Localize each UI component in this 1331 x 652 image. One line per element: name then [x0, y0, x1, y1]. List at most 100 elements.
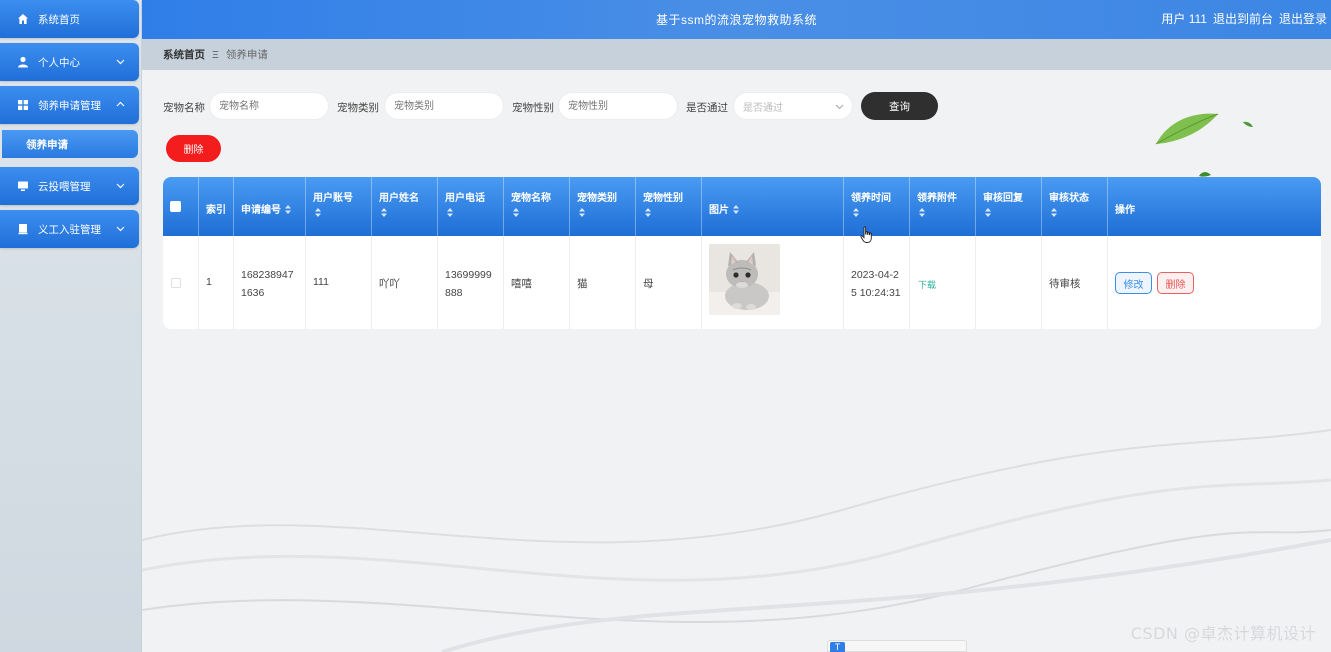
status-badge: 待审核 [1049, 278, 1081, 290]
sort-icon[interactable] [985, 208, 991, 217]
chevron-down-icon [116, 59, 125, 65]
sidebar-subitem-adoption-application[interactable]: 领养申请 [2, 130, 138, 158]
cell-attachment: 下载 [910, 236, 976, 329]
breadcrumb-home[interactable]: 系统首页 [163, 47, 205, 62]
home-icon [17, 13, 29, 25]
cell-ops: 修改 删除 [1108, 236, 1321, 329]
pet-gender-input[interactable] [559, 93, 677, 119]
header-image[interactable]: 图片 [702, 177, 844, 236]
sidebar-item-adoption-management[interactable]: 领养申请管理 [0, 86, 139, 124]
user-area: 用户 111 退出到前台 退出登录 [1161, 10, 1327, 27]
column-header-label: 申请编号 [241, 201, 291, 216]
sort-icon[interactable] [645, 208, 651, 217]
sidebar-item-label: 系统首页 [38, 13, 80, 26]
approved-select[interactable]: 是否通过 [734, 93, 852, 119]
main-content: 宠物名称 宠物类别 宠物性别 是否通过 是否通过 查询 删除 索引 申请编号 用… [142, 70, 1331, 652]
cell-line: 168238947 [241, 269, 294, 281]
row-delete-button[interactable]: 删除 [1157, 272, 1194, 294]
cell-line: 2023-04-2 [851, 269, 899, 281]
column-header-label: 宠物类别 [577, 193, 617, 204]
sort-icon[interactable] [513, 208, 519, 217]
header-name[interactable]: 用户姓名 [372, 177, 438, 236]
breadcrumb-separator: Ξ [212, 48, 219, 61]
header-adopt-time[interactable]: 领养时间 [844, 177, 910, 236]
leaf-decoration [1243, 121, 1253, 127]
select-all-checkbox[interactable] [170, 201, 181, 212]
header-pet-type[interactable]: 宠物类别 [570, 177, 636, 236]
download-link[interactable]: 下载 [918, 278, 936, 291]
column-header-text: 图片 [709, 205, 729, 216]
cell-pet-gender: 母 [636, 236, 702, 329]
query-button[interactable]: 查询 [861, 92, 938, 120]
header-ops: 操作 [1108, 177, 1321, 236]
sort-icon[interactable] [285, 205, 291, 214]
sidebar-item-label: 义工入驻管理 [38, 223, 101, 236]
sidebar-item-home[interactable]: 系统首页 [0, 0, 139, 38]
sort-icon[interactable] [919, 208, 925, 217]
header-review-reply[interactable]: 审核回复 [976, 177, 1042, 236]
cell-phone: 13699999 888 [438, 236, 504, 329]
header-account[interactable]: 用户账号 [306, 177, 372, 236]
pet-photo[interactable] [709, 244, 780, 315]
chevron-up-icon [116, 101, 125, 107]
hand-cursor-icon [860, 226, 872, 243]
sort-icon[interactable] [579, 208, 585, 217]
column-header-label: 领养附件 [917, 193, 957, 204]
cell-review-reply [976, 236, 1042, 329]
cell-image [702, 236, 844, 329]
header-phone[interactable]: 用户电话 [438, 177, 504, 236]
column-header-label: 图片 [709, 201, 739, 216]
chevron-down-icon [116, 226, 125, 232]
header-app-no[interactable]: 申请编号 [234, 177, 306, 236]
column-header-label: 操作 [1115, 205, 1135, 216]
back-to-front-link[interactable]: 退出到前台 [1213, 10, 1273, 27]
chevron-down-icon [116, 183, 125, 189]
column-header-label: 用户姓名 [379, 193, 419, 204]
cell-value: 111 [313, 276, 329, 288]
sidebar-item-cloud-feeding[interactable]: 云投喂管理 [0, 167, 139, 205]
header-attachment[interactable]: 领养附件 [910, 177, 976, 236]
header-pet-name[interactable]: 宠物名称 [504, 177, 570, 236]
sort-icon[interactable] [733, 205, 739, 214]
edit-button[interactable]: 修改 [1115, 272, 1152, 294]
column-header-label: 宠物性别 [643, 193, 683, 204]
header-pet-gender[interactable]: 宠物性别 [636, 177, 702, 236]
column-header-label: 领养时间 [851, 193, 891, 204]
cell-value: 猫 [577, 278, 588, 290]
sort-icon[interactable] [1051, 208, 1057, 217]
cell-line: 888 [445, 287, 463, 299]
pet-gender-label: 宠物性别 [512, 102, 554, 114]
pet-type-input[interactable] [385, 93, 503, 119]
sort-icon[interactable] [853, 208, 859, 217]
row-select-cell [163, 236, 199, 329]
cell-account: 111 [306, 236, 372, 329]
sidebar: 系统首页 个人中心 领养申请管理 领养申请 云投喂管理 义工入驻管理 [0, 0, 142, 652]
sidebar-item-label: 领养申请管理 [38, 99, 101, 112]
cell-pet-name: 嘻嘻 [504, 236, 570, 329]
cell-app-no: 168238947 1636 [234, 236, 306, 329]
logout-link[interactable]: 退出登录 [1279, 10, 1327, 27]
user-label: 用户 111 [1161, 12, 1207, 26]
floating-toolbar[interactable]: T [827, 640, 967, 652]
sidebar-item-profile[interactable]: 个人中心 [0, 43, 139, 81]
pet-name-label: 宠物名称 [163, 102, 205, 114]
cell-line: 13699999 [445, 269, 492, 281]
pet-name-input[interactable] [210, 93, 328, 119]
sort-icon[interactable] [381, 208, 387, 217]
table-header: 索引 申请编号 用户账号 用户姓名 用户电话 宠物名称 宠物类别 宠物性别 图片… [163, 177, 1321, 236]
cell-value: 2023-04-2 5 10:24:31 [851, 266, 901, 302]
background-wave [142, 429, 1331, 652]
header-review-status[interactable]: 审核状态 [1042, 177, 1108, 236]
monitor-icon [17, 180, 29, 192]
batch-delete-button[interactable]: 删除 [166, 135, 221, 162]
sort-icon[interactable] [447, 208, 453, 217]
watermark: CSDN @卓杰计算机设计 [1130, 624, 1316, 643]
cell-line: 1636 [241, 287, 265, 299]
sort-icon[interactable] [315, 208, 321, 217]
header-select-all-cell [163, 177, 199, 236]
sidebar-item-volunteer[interactable]: 义工入驻管理 [0, 210, 139, 248]
row-checkbox[interactable] [171, 278, 181, 288]
column-header-label: 索引 [206, 205, 226, 216]
column-header-text: 申请编号 [241, 205, 281, 216]
column-header-label: 审核回复 [983, 193, 1023, 204]
